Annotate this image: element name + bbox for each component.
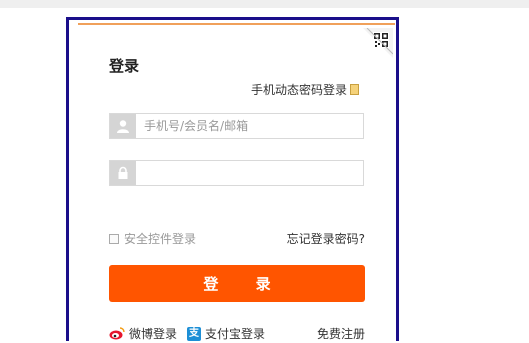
login-button[interactable]: 登 录 [109, 265, 365, 302]
options-row: 安全控件登录 忘记登录密码? [109, 230, 365, 247]
page-title: 登录 [109, 57, 140, 75]
phone-login-link[interactable]: 手机动态密码登录 [251, 81, 359, 98]
qr-login-toggle[interactable] [355, 25, 395, 65]
alipay-icon: 支 [187, 326, 202, 341]
user-icon-box [110, 114, 136, 138]
password-input[interactable] [136, 161, 363, 185]
password-field [109, 160, 364, 186]
username-input[interactable] [136, 114, 363, 138]
user-icon [117, 120, 129, 133]
safe-control-label: 安全控件登录 [124, 232, 197, 246]
phone-login-label: 手机动态密码登录 [250, 83, 347, 97]
forgot-password-link[interactable]: 忘记登录密码? [287, 230, 365, 247]
login-panel: 登录 手机动态密码登录 安全控件登录 忘记登录密码? 登 录 [78, 23, 395, 343]
phone-icon [350, 84, 359, 95]
weibo-login-link[interactable]: 微博登录 [109, 325, 177, 342]
safe-control-checkbox[interactable] [109, 233, 119, 244]
lock-icon-box [110, 161, 136, 185]
weibo-icon [109, 327, 125, 340]
alipay-login-link[interactable]: 支 支付宝登录 [187, 325, 265, 342]
weibo-login-label: 微博登录 [129, 327, 178, 341]
register-link[interactable]: 免费注册 [317, 325, 365, 342]
lock-icon [118, 166, 128, 179]
top-strip [0, 0, 529, 8]
safe-control-login-option[interactable]: 安全控件登录 [109, 230, 196, 247]
alipay-login-label: 支付宝登录 [205, 327, 266, 341]
username-field [109, 113, 364, 139]
third-party-login-row: 微博登录 支 支付宝登录 免费注册 [109, 325, 365, 342]
qr-code-icon [363, 28, 393, 58]
